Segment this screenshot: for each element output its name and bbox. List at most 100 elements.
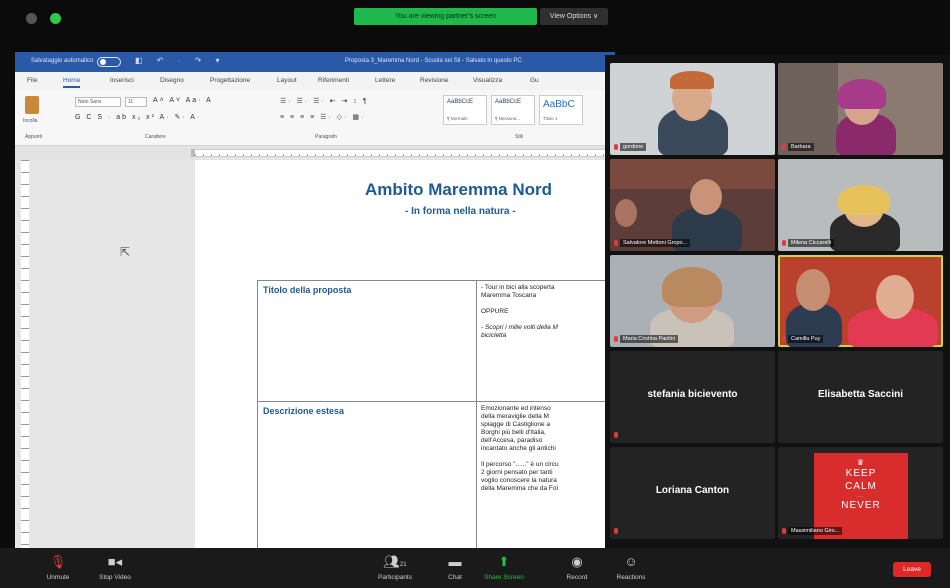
group-label-stili: Stili bbox=[515, 134, 524, 140]
style-name: ¶ Normale bbox=[447, 116, 468, 121]
tab-visualizza[interactable]: Visualizza bbox=[473, 77, 502, 84]
ribbon: Incolla Noto Sans 11 A˄ A˅ Aa· A G C S ·… bbox=[15, 90, 615, 146]
text-line: spiagge di Castiglione a bbox=[481, 421, 551, 428]
video-tile-off[interactable]: stefania bicievento bbox=[610, 351, 775, 443]
participants-button[interactable]: 👥︎21 Participants bbox=[370, 552, 420, 581]
video-tile[interactable]: Barbara bbox=[778, 63, 943, 155]
tab-guida[interactable]: Gu bbox=[530, 77, 539, 84]
tab-file[interactable]: File bbox=[27, 77, 37, 84]
video-tile[interactable]: gordone bbox=[610, 63, 775, 155]
reactions-button[interactable]: ☺ Reactions bbox=[606, 552, 656, 581]
unmute-button[interactable]: 🎙︎ Unmute bbox=[33, 552, 83, 581]
cell-description-value: Emozionante ed intenso della meraviglie … bbox=[476, 401, 615, 548]
list-buttons[interactable]: ☰· ☰· ☰· ⇤ ⇥ ↕ ¶ bbox=[280, 97, 368, 105]
participant-hair bbox=[670, 71, 714, 89]
video-tile[interactable]: Milena Ciccarelli bbox=[778, 159, 943, 251]
chat-bubble-icon: ▬ bbox=[448, 554, 462, 569]
chat-button[interactable]: ▬ Chat bbox=[430, 552, 480, 581]
text-line: dell'Accesa, paradiso bbox=[481, 437, 543, 444]
chat-label: Chat bbox=[448, 574, 462, 581]
participant-name: Massimiliano Giro... bbox=[788, 527, 843, 535]
info-icon[interactable] bbox=[26, 13, 37, 24]
style-nessuna-spaziatura[interactable]: AaBbCcE ¶ Nessuna... bbox=[491, 95, 535, 125]
view-options-button[interactable]: View Options ∨ bbox=[540, 8, 608, 25]
document-name: Proposta 3_Maremma Nord - Scuola sei Sil… bbox=[345, 58, 522, 64]
tab-lettere[interactable]: Lettere bbox=[375, 77, 395, 84]
font-size-buttons[interactable]: A˄ A˅ Aa· A bbox=[153, 97, 213, 104]
text-line: - Scopri i mille volti della M bbox=[481, 324, 558, 331]
horizontal-ruler[interactable] bbox=[195, 149, 615, 157]
tab-disegno[interactable]: Disegno bbox=[160, 77, 184, 84]
muted-mic-icon bbox=[782, 528, 786, 534]
participant-name: Milena Ciccarelli bbox=[788, 239, 835, 247]
tab-revisione[interactable]: Revisione bbox=[420, 77, 449, 84]
text-line: Il percorso "......" è un circu bbox=[481, 461, 559, 468]
encryption-shield-icon[interactable] bbox=[50, 13, 61, 24]
video-tile[interactable]: ♛ KEEP CALM ... NEVER Massimiliano Giro.… bbox=[778, 447, 943, 539]
document-area: ⇱ Ambito Maremma Nord - In forma nella n… bbox=[15, 160, 615, 548]
horizontal-ruler-row bbox=[15, 146, 615, 160]
participants-icon: 👥︎21 bbox=[383, 554, 407, 569]
video-tile[interactable]: Maria Cristina Paolini bbox=[610, 255, 775, 347]
text-line: voglio conoscere la natura bbox=[481, 477, 557, 484]
style-sample: AaBbC bbox=[543, 99, 575, 110]
participant-name-large: Elisabetta Saccini bbox=[817, 389, 904, 400]
vertical-ruler bbox=[21, 160, 29, 548]
leave-button[interactable]: Leave bbox=[893, 562, 931, 577]
autosave-toggle[interactable] bbox=[97, 57, 121, 67]
video-gallery: gordone Barbara Salvatore Mettoni Gropo.… bbox=[605, 55, 950, 548]
muted-mic-icon bbox=[614, 432, 618, 438]
participant-face bbox=[690, 179, 722, 215]
video-camera-icon: ■◂ bbox=[107, 554, 123, 569]
participant-name: Maria Cristina Paolini bbox=[620, 335, 678, 343]
paste-label: Incolla bbox=[23, 118, 38, 124]
participant-name: gordone bbox=[620, 143, 647, 151]
record-button[interactable]: ◉ Record bbox=[552, 552, 602, 581]
group-label-carattere: Carattere bbox=[145, 134, 166, 140]
text-line: OPPURE bbox=[481, 308, 509, 315]
document-title: Ambito Maremma Nord bbox=[365, 180, 553, 199]
tab-progettazione[interactable]: Progettazione bbox=[210, 77, 250, 84]
reactions-label: Reactions bbox=[616, 574, 646, 581]
tab-riferimenti[interactable]: Riferimenti bbox=[318, 77, 349, 84]
text-line: Emozionante ed intenso bbox=[481, 405, 551, 412]
group-label-appunti: Appunti bbox=[25, 134, 42, 140]
cell-title-value: - Tour in bici alla scoperta Maremma Tos… bbox=[476, 280, 615, 402]
tab-home[interactable]: Home bbox=[63, 77, 81, 88]
record-icon: ◉ bbox=[571, 554, 583, 569]
video-tile-off[interactable]: Elisabetta Saccini bbox=[778, 351, 943, 443]
stop-video-label: Stop Video bbox=[99, 574, 131, 581]
background-shelf bbox=[610, 159, 775, 189]
font-size-select[interactable]: 11 bbox=[125, 97, 147, 107]
stop-video-button[interactable]: ■◂ Stop Video bbox=[90, 552, 140, 581]
poster-crown-icon: ♛ bbox=[856, 458, 866, 467]
quick-access-icons[interactable]: ◧ ↶ · ↷ ▾ bbox=[135, 56, 226, 65]
meeting-toolbar: 🎙︎ Unmute ■◂ Stop Video 👥︎21 Participant… bbox=[0, 548, 950, 588]
poster-line: KEEP bbox=[845, 468, 877, 479]
video-tile[interactable]: Salvatore Mettoni Gropo... bbox=[610, 159, 775, 251]
muted-mic-icon bbox=[614, 144, 618, 150]
second-person-face bbox=[615, 199, 637, 227]
autosave-label: Salvataggio automatico bbox=[31, 58, 94, 64]
participant-face bbox=[796, 269, 830, 311]
muted-mic-icon bbox=[782, 240, 786, 246]
tab-layout[interactable]: Layout bbox=[277, 77, 297, 84]
text-line: bicicletta bbox=[481, 332, 507, 339]
alignment-buttons[interactable]: ≡ ≡ ≡ ≡ ☰· ◇· ▦· bbox=[280, 113, 365, 121]
video-tile-off[interactable]: Loriana Canton bbox=[610, 447, 775, 539]
video-tile-active-speaker[interactable]: Camilla Puy bbox=[778, 255, 943, 347]
document-page[interactable]: Ambito Maremma Nord - In forma nella nat… bbox=[195, 160, 615, 548]
text-line: Maremma Toscana bbox=[481, 292, 537, 299]
word-title-bar: Salvataggio automatico ◧ ↶ · ↷ ▾ Propost… bbox=[15, 52, 615, 72]
zoom-window: You are viewing partner's screen View Op… bbox=[0, 0, 950, 588]
font-family-select[interactable]: Noto Sans bbox=[75, 97, 121, 107]
style-normale[interactable]: AaBbCcE ¶ Normale bbox=[443, 95, 487, 125]
tab-inserisci[interactable]: Inserisci bbox=[110, 77, 134, 84]
style-sample: AaBbCcE bbox=[447, 99, 474, 105]
text-line: della meraviglie della M bbox=[481, 413, 549, 420]
record-label: Record bbox=[566, 574, 588, 581]
share-screen-button[interactable]: ⬆ Share Screen bbox=[479, 552, 529, 581]
paste-icon[interactable] bbox=[25, 96, 39, 114]
style-titolo-1[interactable]: AaBbC Titolo 1 bbox=[539, 95, 583, 125]
text-format-buttons[interactable]: G C S · ab x₂ x² A· ✎· A· bbox=[75, 113, 201, 121]
